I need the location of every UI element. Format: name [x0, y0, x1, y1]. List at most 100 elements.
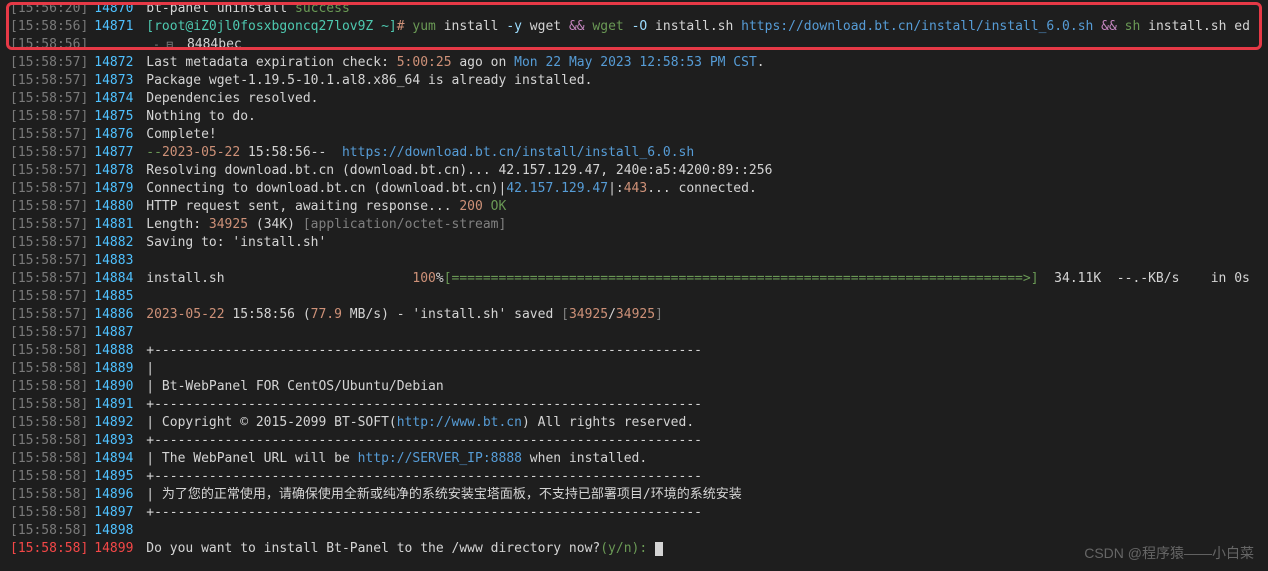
- line-content: | The WebPanel URL will be http://SERVER…: [146, 450, 1268, 468]
- terminal-line: [15:58:58]14888+------------------------…: [0, 342, 1268, 360]
- text-fragment: 200: [459, 199, 482, 214]
- line-number: 14873: [94, 72, 136, 90]
- text-fragment: success: [295, 1, 350, 16]
- text-fragment: 34925: [569, 307, 608, 322]
- timestamp: [15:56:20]: [10, 0, 88, 18]
- terminal-line: [15:58:58]14897+------------------------…: [0, 504, 1268, 522]
- text-fragment: 2023-05-22: [162, 145, 240, 160]
- text-fragment: Length:: [146, 217, 209, 232]
- terminal-line: [15:58:57]14879Connecting to download.bt…: [0, 180, 1268, 198]
- line-number: 14893: [94, 432, 136, 450]
- flag-o: -O: [632, 19, 648, 34]
- terminal-line: [15:58:57]14878Resolving download.bt.cn …: [0, 162, 1268, 180]
- terminal-line: [15:58:57]14877--2023-05-22 15:58:56-- h…: [0, 144, 1268, 162]
- timestamp: [15:58:58]: [10, 414, 88, 432]
- progress-bar: [=======================================…: [444, 271, 1039, 286]
- command-continuation: 8484bec: [187, 37, 242, 52]
- watermark: CSDN @程序猿——小白菜: [1084, 543, 1254, 563]
- timestamp: [15:58:57]: [10, 144, 88, 162]
- text-fragment: Complete!: [146, 127, 216, 142]
- line-number: 14883: [94, 252, 136, 270]
- text-fragment: | Bt-WebPanel FOR CentOS/Ubuntu/Debian: [146, 379, 443, 394]
- terminal-line: [15:58:57]14881Length: 34925 (34K) [appl…: [0, 216, 1268, 234]
- text-fragment: HTTP request sent, awaiting response...: [146, 199, 459, 214]
- text-fragment: +---------------------------------------…: [146, 343, 702, 358]
- text-fragment: --: [146, 145, 162, 160]
- text-fragment: 5:00:25: [397, 55, 452, 70]
- terminal-output[interactable]: [15:56:20]14870bt-panel uninstall succes…: [0, 0, 1268, 558]
- timestamp: [15:58:58]: [10, 342, 88, 360]
- text-fragment: 34925: [209, 217, 248, 232]
- line-content: Dependencies resolved.: [146, 90, 1268, 108]
- text-fragment: ... connected.: [647, 181, 757, 196]
- cmd-yum: yum: [412, 19, 435, 34]
- line-content: Connecting to download.bt.cn (download.b…: [146, 180, 1268, 198]
- line-number: 14879: [94, 180, 136, 198]
- line-number: 14872: [94, 54, 136, 72]
- line-number: 14884: [94, 270, 136, 288]
- terminal-line: [15:56:20]14870bt-panel uninstall succes…: [0, 0, 1268, 18]
- text-fragment: http://www.bt.cn: [397, 415, 522, 430]
- line-number: 14880: [94, 198, 136, 216]
- line-number: 14891: [94, 396, 136, 414]
- terminal-line: [15:58:58]14896| 为了您的正常使用，请确保使用全新或纯净的系统安…: [0, 486, 1268, 504]
- text-fragment: ago on: [452, 55, 515, 70]
- text-fragment: .: [757, 55, 765, 70]
- text-fragment: Resolving download.bt.cn (download.bt.cn…: [146, 163, 772, 178]
- timestamp: [15:58:57]: [10, 288, 88, 306]
- line-content: +---------------------------------------…: [146, 504, 1268, 522]
- line-content: +---------------------------------------…: [146, 432, 1268, 450]
- text-fragment: 34925: [616, 307, 655, 322]
- terminal-line: [15:58:57]14884install.sh 100%[=========…: [0, 270, 1268, 288]
- text-fragment: |:: [608, 181, 624, 196]
- timestamp: [15:58:58]: [10, 360, 88, 378]
- terminal-line: [15:58:57]14875Nothing to do.: [0, 108, 1268, 126]
- line-content: HTTP request sent, awaiting response... …: [146, 198, 1268, 216]
- operator-and: &&: [1093, 19, 1124, 34]
- text-fragment: | 为了您的正常使用，请确保使用全新或纯净的系统安装宝塔面板，不支持已部署项目/…: [146, 487, 741, 502]
- timestamp: [15:58:57]: [10, 270, 88, 288]
- text-fragment: Package wget-1.19.5-10.1.al8.x86_64 is a…: [146, 73, 592, 88]
- line-content: | Bt-WebPanel FOR CentOS/Ubuntu/Debian: [146, 378, 1268, 396]
- input-cursor[interactable]: [655, 542, 663, 556]
- flag-y: -y: [506, 19, 522, 34]
- text-fragment: OK: [483, 199, 506, 214]
- terminal-line: [15:58:57]14873Package wget-1.19.5-10.1.…: [0, 72, 1268, 90]
- text-fragment: Last metadata expiration check:: [146, 55, 396, 70]
- text-fragment: +---------------------------------------…: [146, 433, 702, 448]
- line-content: [146, 288, 1268, 306]
- line-number: 14898: [94, 522, 136, 540]
- timestamp: [15:58:57]: [10, 198, 88, 216]
- text-fragment: (y/n):: [600, 541, 655, 556]
- line-content: Complete!: [146, 126, 1268, 144]
- progress-label: install.sh: [146, 271, 412, 286]
- text-fragment: [: [561, 307, 569, 322]
- text-fragment: Do you want to install Bt-Panel to the /…: [146, 541, 600, 556]
- line-content: Resolving download.bt.cn (download.bt.cn…: [146, 162, 1268, 180]
- text-fragment: | The WebPanel URL will be: [146, 451, 357, 466]
- line-content: bt-panel uninstall success: [146, 0, 1268, 18]
- terminal-line: [15:58:57]148862023-05-22 15:58:56 (77.9…: [0, 306, 1268, 324]
- fold-icon: - ⊟: [153, 36, 173, 54]
- line-number: 14892: [94, 414, 136, 432]
- line-content: 2023-05-22 15:58:56 (77.9 MB/s) - 'insta…: [146, 306, 1268, 324]
- timestamp: [15:58:57]: [10, 126, 88, 144]
- text-fragment: (34K): [248, 217, 303, 232]
- terminal-line: [15:58:57]14872Last metadata expiration …: [0, 54, 1268, 72]
- text-fragment: /: [608, 307, 616, 322]
- timestamp: [15:58:57]: [10, 90, 88, 108]
- line-number: 14877: [94, 144, 136, 162]
- line-content: +---------------------------------------…: [146, 468, 1268, 486]
- text-fragment: Nothing to do.: [146, 109, 256, 124]
- line-content: Saving to: 'install.sh': [146, 234, 1268, 252]
- terminal-line: [15:58:58]14899Do you want to install Bt…: [0, 540, 1268, 558]
- line-number: 14878: [94, 162, 136, 180]
- terminal-line: [15:58:58]14895+------------------------…: [0, 468, 1268, 486]
- terminal-line: [15:58:58]14890| Bt-WebPanel FOR CentOS/…: [0, 378, 1268, 396]
- text-fragment: bt-panel uninstall: [146, 1, 295, 16]
- terminal-line: [15:58:57]14887: [0, 324, 1268, 342]
- timestamp: [15:58:58]: [10, 522, 88, 540]
- line-number: 14895: [94, 468, 136, 486]
- text-fragment: http://SERVER_IP:8888: [358, 451, 522, 466]
- text-fragment: 77.9: [311, 307, 342, 322]
